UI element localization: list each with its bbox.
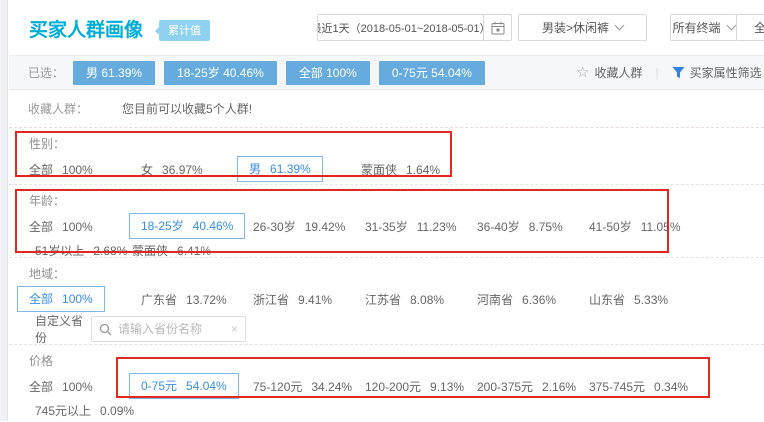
truncated-dropdown-value: 全 (754, 19, 764, 36)
favorite-crowds-label: 收藏人群： (28, 100, 88, 117)
province-search-box[interactable]: × (91, 316, 246, 342)
custom-province-row: 自定义省份 × (29, 316, 764, 342)
age-option-31-35[interactable]: 31-35岁11.23% (365, 220, 457, 234)
age-option-41-50[interactable]: 41-50岁11.05% (589, 220, 681, 234)
left-sidebar-edge (0, 0, 8, 421)
gender-option-female[interactable]: 女36.97% (141, 163, 203, 177)
category-dropdown[interactable]: 男装>休闲裤 (518, 14, 647, 41)
selected-label: 已选： (28, 64, 64, 81)
section-age: 年龄： 全部100% 18-25岁40.46% 26-30岁19.42% 31-… (9, 185, 764, 258)
chevron-down-icon (726, 21, 736, 31)
search-icon (99, 323, 112, 336)
age-option-masked[interactable]: 蒙面侠6.41% (132, 244, 211, 258)
age-option-51-plus[interactable]: 51岁以上2.68% (35, 244, 127, 258)
gender-option-male-selected[interactable]: 男61.39% (237, 156, 323, 182)
terminal-dropdown-value: 所有终端 (672, 19, 720, 36)
region-option-henan[interactable]: 河南省6.36% (477, 293, 556, 307)
price-option-200-375[interactable]: 200-375元2.16% (477, 380, 576, 394)
selected-chip-price[interactable]: 0-75元 54.04% (379, 61, 485, 85)
date-range-text: 最近1天（2018-05-01~2018-05-01） (317, 20, 484, 36)
price-option-75-120[interactable]: 75-120元34.24% (253, 380, 352, 394)
age-option-all[interactable]: 全部100% (29, 220, 93, 234)
price-section-label: 价格 (29, 354, 764, 368)
date-range-button[interactable]: 最近1天（2018-05-01~2018-05-01） (317, 14, 484, 41)
clear-input-icon[interactable]: × (231, 322, 238, 336)
region-option-all-selected[interactable]: 全部100% (17, 286, 105, 312)
gender-option-all[interactable]: 全部100% (29, 163, 93, 177)
region-option-shandong[interactable]: 山东省5.33% (589, 293, 668, 307)
terminal-dropdown[interactable]: 所有终端 (670, 14, 737, 41)
favorite-crowd-button[interactable]: 收藏人群 (594, 64, 642, 81)
price-option-0-75-selected[interactable]: 0-75元54.04% (129, 373, 239, 399)
price-options-row-1: 全部100% 0-75元54.04% 75-120元34.24% 120-200… (29, 374, 764, 398)
selected-chip-region[interactable]: 全部 100% (286, 61, 370, 85)
star-icon: ☆ (576, 65, 589, 80)
chevron-down-icon (615, 21, 625, 31)
price-option-120-200[interactable]: 120-200元9.13% (365, 380, 464, 394)
category-dropdown-value: 男装>休闲裤 (542, 19, 609, 36)
buyer-attribute-filter-button[interactable]: 买家属性筛选 (690, 64, 762, 81)
gender-options-row: 全部100% 女36.97% 男61.39% 蒙面侠1.64% (29, 157, 764, 181)
custom-province-label: 自定义省份 (35, 312, 91, 346)
region-option-jiangsu[interactable]: 江苏省8.08% (365, 293, 444, 307)
favorite-crowds-row: 收藏人群： 您目前可以收藏5个人群! (9, 90, 764, 128)
section-gender: 性别： 全部100% 女36.97% 男61.39% 蒙面侠1.64% (9, 128, 764, 185)
age-options-row-1: 全部100% 18-25岁40.46% 26-30岁19.42% 31-35岁1… (29, 214, 764, 238)
age-section-label: 年龄： (29, 194, 764, 208)
calendar-icon (491, 21, 505, 35)
selected-chip-gender[interactable]: 男 61.39% (73, 61, 155, 85)
section-price: 价格 全部100% 0-75元54.04% 75-120元34.24% 120-… (9, 345, 764, 421)
truncated-dropdown[interactable]: 全 (736, 14, 764, 41)
age-option-36-40[interactable]: 36-40岁8.75% (477, 220, 563, 234)
age-option-26-30[interactable]: 26-30岁19.42% (253, 220, 345, 234)
section-region: 地域： 全部100% 广东省13.72% 浙江省9.41% 江苏省8.08% 河… (9, 258, 764, 345)
favorite-crowds-message: 您目前可以收藏5个人群! (122, 100, 252, 117)
selected-filters-bar: 已选： 男 61.39% 18-25岁 40.46% 全部 100% 0-75元… (9, 55, 764, 90)
region-options-row: 全部100% 广东省13.72% 浙江省9.41% 江苏省8.08% 河南省6.… (29, 287, 764, 311)
selected-chip-age[interactable]: 18-25岁 40.46% (164, 61, 277, 85)
page-header: 买家人群画像 累计值 最近1天（2018-05-01~2018-05-01） 男… (9, 0, 764, 55)
region-option-guangdong[interactable]: 广东省13.72% (141, 293, 227, 307)
price-option-all[interactable]: 全部100% (29, 380, 93, 394)
page-title: 买家人群画像 (29, 15, 143, 42)
region-option-zhejiang[interactable]: 浙江省9.41% (253, 293, 332, 307)
province-search-input[interactable] (118, 322, 231, 336)
age-option-18-25-selected[interactable]: 18-25岁40.46% (129, 213, 245, 239)
calendar-button[interactable] (483, 14, 512, 41)
cumulative-badge: 累计值 (159, 20, 210, 41)
gender-option-masked[interactable]: 蒙面侠1.64% (361, 163, 440, 177)
region-section-label: 地域： (29, 267, 764, 281)
price-option-745-plus[interactable]: 745元以上0.09% (35, 404, 134, 418)
gender-section-label: 性别： (29, 137, 764, 151)
vertical-divider: | (655, 66, 658, 80)
price-options-row-2: 745元以上0.09% (29, 398, 764, 422)
filter-funnel-icon (672, 66, 685, 79)
price-option-375-745[interactable]: 375-745元0.34% (589, 380, 688, 394)
